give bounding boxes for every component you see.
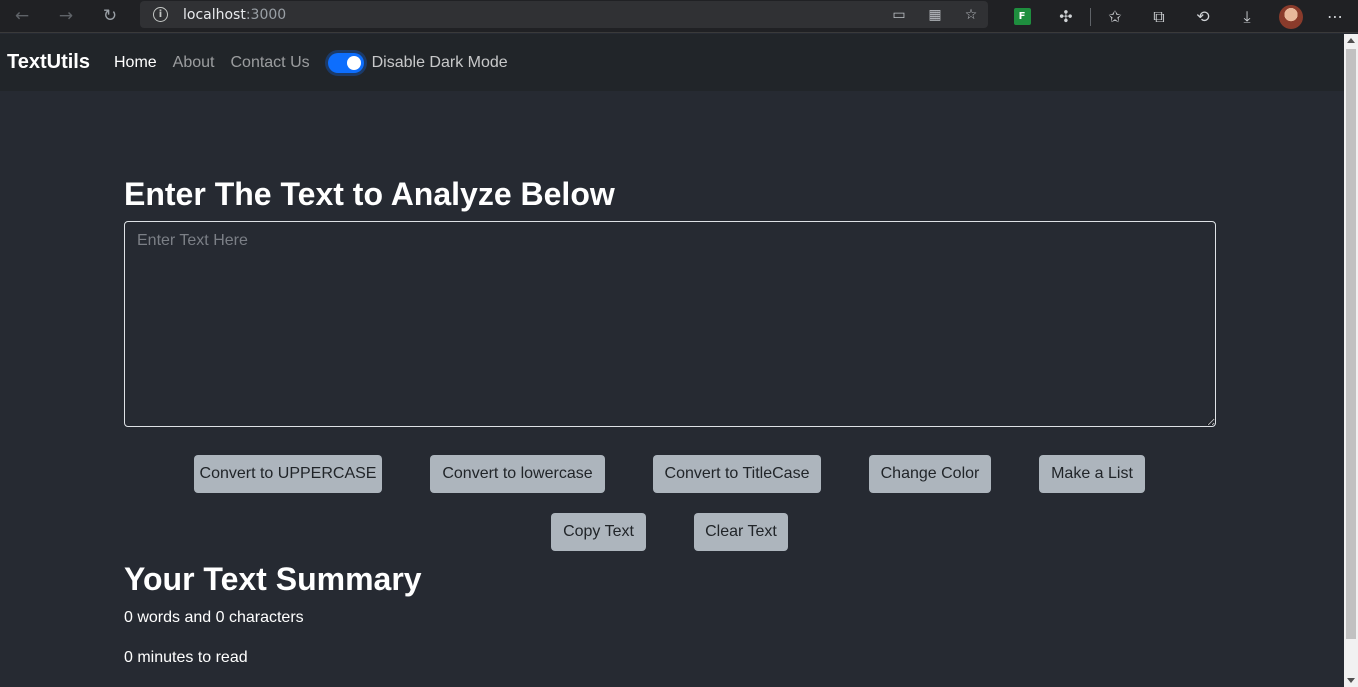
site-info-icon[interactable]: i [153, 7, 168, 22]
more-menu-icon[interactable]: ⋯ [1313, 0, 1357, 33]
downloads-icon[interactable]: ⤓ [1225, 0, 1269, 33]
history-icon[interactable]: ⟲ [1181, 0, 1225, 33]
change-color-button[interactable]: Change Color [869, 455, 991, 493]
extensions-puzzle-icon[interactable]: ✣ [1044, 0, 1088, 33]
browser-toolbar: ← → ↻ i localhost:3000 ▭ ▦ ☆ F ✣ ✩ ⧉ ⟲ ⤓… [0, 0, 1358, 33]
toggle-knob [346, 55, 361, 70]
nav-about[interactable]: About [173, 54, 215, 72]
word-char-count: 0 words and 0 characters [124, 609, 304, 626]
make-list-button[interactable]: Make a List [1039, 455, 1145, 493]
nav-home[interactable]: Home [114, 54, 157, 72]
nav-contact[interactable]: Contact Us [230, 54, 309, 72]
collections-icon[interactable]: ⧉ [1137, 0, 1181, 33]
back-icon[interactable]: ← [0, 0, 44, 33]
address-bar[interactable]: i localhost:3000 ▭ ▦ ☆ [140, 1, 988, 28]
titlecase-button[interactable]: Convert to TitleCase [653, 455, 821, 493]
text-input[interactable] [124, 221, 1216, 427]
copy-text-button[interactable]: Copy Text [551, 513, 646, 551]
scroll-down-icon[interactable] [1347, 678, 1355, 683]
reload-icon[interactable]: ↻ [88, 0, 132, 33]
scroll-thumb[interactable] [1346, 49, 1356, 639]
favorites-icon[interactable]: ✩ [1093, 0, 1137, 33]
page-title: Enter The Text to Analyze Below [124, 176, 615, 212]
summary-title: Your Text Summary [124, 561, 422, 597]
add-favorite-icon[interactable]: ☆ [962, 6, 980, 24]
app-navbar: TextUtils Home About Contact Us Disable … [0, 34, 1344, 91]
forward-icon[interactable]: → [44, 0, 88, 33]
immersive-reader-icon[interactable]: ▭ [890, 6, 908, 24]
dark-mode-label: Disable Dark Mode [371, 53, 508, 71]
toolbar-divider [1090, 7, 1091, 26]
lowercase-button[interactable]: Convert to lowercase [430, 455, 605, 493]
profile-avatar[interactable] [1269, 0, 1313, 33]
uppercase-button[interactable]: Convert to UPPERCASE [194, 455, 382, 493]
page-scrollbar[interactable] [1344, 34, 1358, 687]
qr-code-icon[interactable]: ▦ [926, 6, 944, 24]
clear-text-button[interactable]: Clear Text [694, 513, 788, 551]
extension-icon[interactable]: F [1000, 0, 1044, 33]
url-text: localhost:3000 [183, 6, 287, 23]
read-time: 0 minutes to read [124, 649, 248, 666]
brand-link[interactable]: TextUtils [7, 51, 90, 74]
dark-mode-toggle[interactable] [327, 52, 364, 73]
scroll-up-icon[interactable] [1347, 38, 1355, 43]
